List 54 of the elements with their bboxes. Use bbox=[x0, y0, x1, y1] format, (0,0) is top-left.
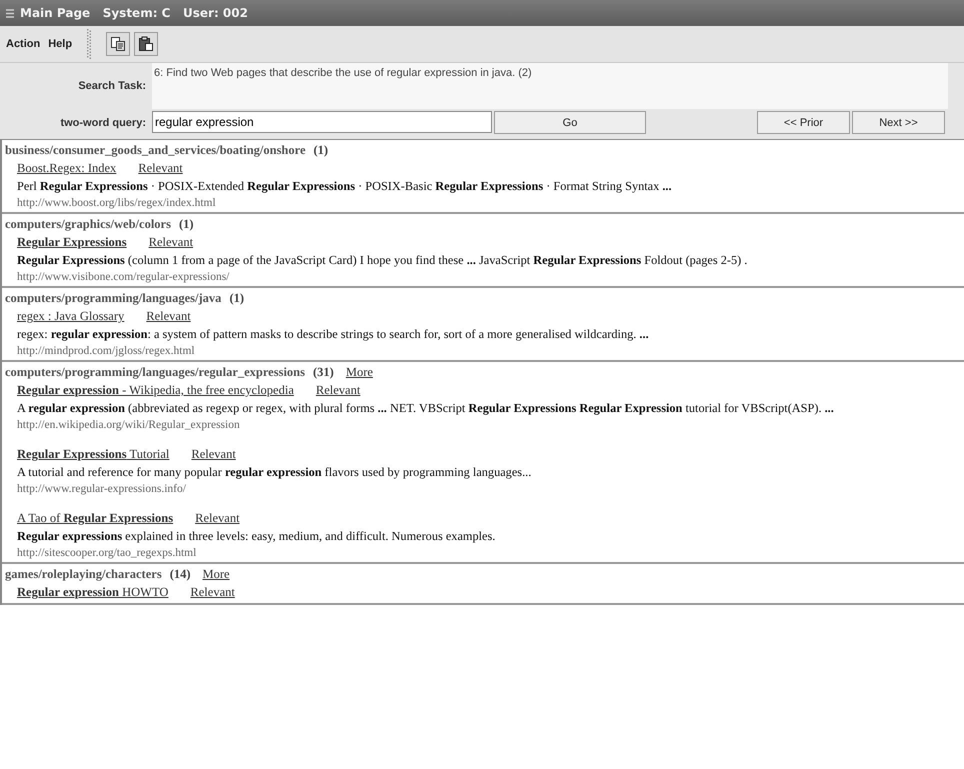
query-label: two-word query: bbox=[59, 116, 147, 131]
result-title-link[interactable]: Regular expression HOWTO bbox=[17, 585, 168, 600]
relevant-link[interactable]: Relevant bbox=[316, 383, 360, 398]
relevant-link[interactable]: Relevant bbox=[146, 309, 191, 324]
relevant-link[interactable]: Relevant bbox=[190, 585, 235, 600]
category-path[interactable]: computers/programming/languages/regular_expressions bbox=[5, 365, 305, 380]
search-task-label: Search Task: bbox=[77, 79, 147, 94]
result-count: (1) bbox=[229, 291, 244, 306]
result-count: (1) bbox=[314, 143, 328, 158]
result-title-link[interactable]: Boost.Regex: Index bbox=[17, 161, 116, 176]
relevant-link[interactable]: Relevant bbox=[191, 447, 236, 462]
result-title-link[interactable]: Regular expression - Wikipedia, the free encyclopedia bbox=[17, 383, 294, 398]
result-title-link[interactable]: A Tao of Regular Expressions bbox=[17, 511, 174, 526]
result-snippet: Regular expressions explained in three levels: easy, medium, and difficult. Numerous examples. bbox=[16, 529, 496, 544]
result-snippet: Perl Regular Expressions · POSIX-Extended Regular Expressions · POSIX-Basic Regular Expressions · Format String Syntax ... bbox=[16, 179, 673, 194]
category-path[interactable]: games/roleplaying/characters bbox=[5, 567, 162, 582]
paste-button[interactable] bbox=[134, 32, 158, 56]
toolbar-grip-icon bbox=[86, 29, 92, 59]
result-snippet: A tutorial and reference for many popular regular expression flavors used by programming languages... bbox=[16, 465, 532, 480]
task-text: 6: Find two Web pages that describe the use of regular expression in java. (2) bbox=[152, 63, 948, 109]
relevant-link[interactable]: Relevant bbox=[148, 235, 194, 250]
result-count: (31) bbox=[313, 365, 334, 380]
result-snippet: regex: regular expression: a system of pattern masks to describe strings to search for, sort of a more generalised wildcarding. ... bbox=[16, 327, 650, 342]
go-button[interactable]: Go bbox=[494, 111, 646, 134]
result-url: http://en.wikipedia.org/wiki/Regular_expression bbox=[17, 419, 241, 431]
result-count: (1) bbox=[178, 217, 194, 232]
result-url: http://www.boost.org/libs/regex/index.html bbox=[17, 197, 217, 209]
result-url: http://www.regular-expressions.info/ bbox=[17, 483, 187, 495]
result-title-link[interactable]: Regular Expressions Tutorial bbox=[17, 447, 170, 462]
result-title-link[interactable]: regex : Java Glossary bbox=[17, 309, 124, 324]
relevant-link[interactable]: Relevant bbox=[195, 511, 240, 526]
next-button[interactable]: Next >> bbox=[852, 111, 945, 134]
menu-item[interactable]: Action bbox=[6, 36, 46, 52]
result-snippet: A regular expression (abbreviated as regexp or regex, with plural forms ... NET. VBScript Regular Expressions Regular Expression tutorial for VBScript(ASP). ... bbox=[16, 401, 835, 416]
clipboard-icon bbox=[138, 36, 154, 52]
result-snippet: Regular Expressions (column 1 from a page of the JavaScript Card) I hope you find these ... JavaScript Regular Expressions Foldout (pages 2-5) . bbox=[16, 253, 748, 268]
query-field[interactable]: regular expression bbox=[152, 111, 492, 133]
menu-icon[interactable] bbox=[6, 8, 14, 18]
copy-icon bbox=[110, 36, 126, 52]
relevant-link[interactable]: Relevant bbox=[138, 161, 183, 176]
window-title: Main Page System: C User: 002 bbox=[20, 6, 248, 20]
more-link[interactable]: More bbox=[346, 365, 373, 380]
result-title-link[interactable]: Regular Expressions bbox=[17, 235, 127, 250]
result-url: http://mindprod.com/jgloss/regex.html bbox=[17, 345, 196, 357]
more-link[interactable]: More bbox=[202, 567, 230, 582]
category-path[interactable]: computers/programming/languages/java bbox=[5, 291, 222, 306]
copy-button[interactable] bbox=[106, 32, 130, 56]
category-path[interactable]: computers/graphics/web/colors bbox=[5, 217, 171, 232]
prior-button[interactable]: << Prior bbox=[757, 111, 850, 134]
result-url: http://www.visibone.com/regular-expressions/ bbox=[17, 271, 230, 283]
result-url: http://sitescooper.org/tao_regexps.html bbox=[17, 547, 198, 559]
category-path[interactable]: business/consumer_goods_and_services/boating/onshore bbox=[5, 143, 306, 158]
menu-item[interactable]: Help bbox=[48, 36, 78, 52]
result-count: (14) bbox=[170, 567, 191, 582]
